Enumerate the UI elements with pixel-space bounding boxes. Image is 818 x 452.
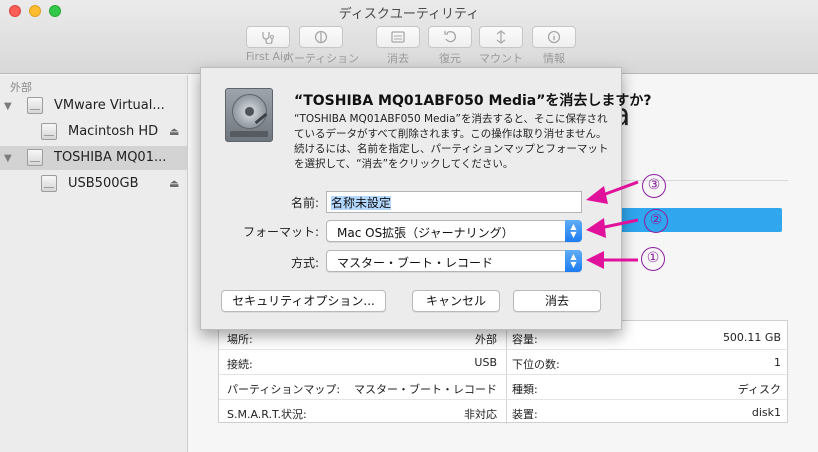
info-value-child-count: 1 <box>774 356 781 369</box>
table-row: S.M.A.R.T.状況: 非対応 装置: disk1 <box>219 400 789 425</box>
security-options-button[interactable]: セキュリティオプション... <box>221 290 386 312</box>
scheme-popup[interactable]: マスター・ブート・レコード ▲ ▼ <box>326 250 582 272</box>
disclosure-triangle-icon[interactable]: ▼ <box>4 101 12 112</box>
disk-utility-window: ディスクユーティリティ First Aid パーティション 消去 復元 マウント… <box>0 0 818 452</box>
format-popup-value: Mac OS拡張（ジャーナリング） <box>337 226 514 240</box>
info-label-device: 装置: <box>512 408 538 421</box>
sidebar-item-label: VMware Virtual... <box>54 98 165 113</box>
info-value-partition-map: マスター・ブート・レコード <box>354 383 497 396</box>
description-line: ているデータがすべて削除されます。この操作は取り消せません。 <box>294 128 607 140</box>
sidebar-item-vmware-virtual[interactable]: ▼ VMware Virtual... <box>0 94 188 118</box>
info-label-capacity: 容量: <box>512 333 538 346</box>
name-input[interactable]: 名称未設定 <box>326 191 582 213</box>
sidebar-header-external: 外部 <box>10 81 32 94</box>
external-disk-icon <box>27 97 43 114</box>
scheme-label: 方式: <box>290 256 319 270</box>
drive-base <box>230 131 268 137</box>
info-value-device: disk1 <box>751 406 781 419</box>
cancel-button[interactable]: キャンセル <box>412 290 500 312</box>
sidebar-item-label: Macintosh HD <box>68 124 159 139</box>
annotation-number-1: ① <box>641 247 665 271</box>
erase-confirm-button[interactable]: 消去 <box>513 290 601 312</box>
annotation-arrow-2 <box>586 218 639 238</box>
table-row: パーティションマップ: マスター・ブート・レコード 種類: ディスク <box>219 375 789 400</box>
info-button[interactable] <box>532 26 576 48</box>
info-label-partition-map: パーティションマップ: <box>227 383 341 396</box>
mount-button[interactable] <box>479 26 523 48</box>
annotation-number-2: ② <box>644 209 668 233</box>
description-line: 続けるには、名前を指定し、パーティションマップとフォーマット <box>294 143 609 155</box>
sidebar-item-toshiba[interactable]: ▼ TOSHIBA MQ01... <box>0 146 188 170</box>
info-value-type: ディスク <box>737 383 781 396</box>
first-aid-button[interactable] <box>246 26 290 48</box>
popup-arrows-icon: ▲ ▼ <box>565 250 582 272</box>
sheet-title: “TOSHIBA MQ01ABF050 Media”を消去しますか? <box>294 93 652 109</box>
erase-icon <box>391 31 405 43</box>
info-label: 情報 <box>543 52 565 65</box>
info-label-smart: S.M.A.R.T.状況: <box>227 408 307 421</box>
sidebar-item-label: TOSHIBA MQ01... <box>54 150 167 165</box>
name-input-value: 名称未設定 <box>331 196 392 210</box>
info-value-capacity: 500.11 GB <box>722 331 781 344</box>
volume-icon <box>41 123 57 140</box>
scheme-popup-value: マスター・ブート・レコード <box>337 256 494 270</box>
partition-label: パーティション <box>282 52 360 65</box>
info-label-child-count: 下位の数: <box>512 358 560 371</box>
table-row: 接続: USB 下位の数: 1 <box>219 350 789 375</box>
sidebar-item-label: USB500GB <box>68 176 139 191</box>
disk-info-table: 場所: 外部 容量: 500.11 GB 接続: USB 下位の数: 1 パーテ… <box>218 320 789 425</box>
info-label-connection: 接続: <box>227 358 253 371</box>
volume-icon <box>41 175 57 192</box>
eject-icon[interactable]: ⏏ <box>169 177 179 190</box>
partition-icon <box>314 30 328 44</box>
mount-icon <box>496 30 506 44</box>
format-popup[interactable]: Mac OS拡張（ジャーナリング） ▲ ▼ <box>326 220 582 242</box>
hard-disk-icon <box>225 88 273 142</box>
annotation-number-3: ③ <box>642 174 666 198</box>
sidebar-item-usb500gb[interactable]: USB500GB ⏏ <box>0 172 188 196</box>
annotation-arrow-1 <box>586 251 638 269</box>
window-title: ディスクユーティリティ <box>338 7 480 22</box>
erase-button-toolbar[interactable] <box>376 26 420 48</box>
info-label-location: 場所: <box>227 333 253 346</box>
restore-button[interactable] <box>428 26 472 48</box>
stethoscope-icon <box>262 32 274 44</box>
description-line: を選択して、“消去”をクリックしてください。 <box>294 158 514 170</box>
info-value-connection: USB <box>474 356 497 369</box>
platter <box>232 94 267 129</box>
disclosure-triangle-icon[interactable]: ▼ <box>4 153 12 164</box>
sidebar: 外部 ▼ VMware Virtual... Macintosh HD ⏏ ▼ … <box>0 75 188 452</box>
format-label: フォーマット: <box>242 225 319 239</box>
info-value-location: 外部 <box>475 333 497 346</box>
external-disk-icon <box>27 149 43 166</box>
info-icon <box>547 30 561 44</box>
description-line: “TOSHIBA MQ01ABF050 Media”を消去すると、そこに保存され <box>294 113 608 125</box>
partition-button[interactable] <box>299 26 343 48</box>
info-value-smart: 非対応 <box>464 408 497 421</box>
erase-sheet-dialog: “TOSHIBA MQ01ABF050 Media”を消去しますか? “TOSH… <box>200 67 652 330</box>
popup-arrows-icon: ▲ ▼ <box>565 220 582 242</box>
name-label: 名前: <box>290 196 319 210</box>
titlebar: ディスクユーティリティ First Aid パーティション 消去 復元 マウント… <box>0 0 818 74</box>
sidebar-item-macintosh-hd[interactable]: Macintosh HD ⏏ <box>0 120 188 144</box>
info-label-type: 種類: <box>512 383 538 396</box>
restore-icon <box>444 31 456 43</box>
sheet-description: “TOSHIBA MQ01ABF050 Media”を消去すると、そこに保存され… <box>294 112 609 172</box>
eject-icon[interactable]: ⏏ <box>169 125 179 138</box>
